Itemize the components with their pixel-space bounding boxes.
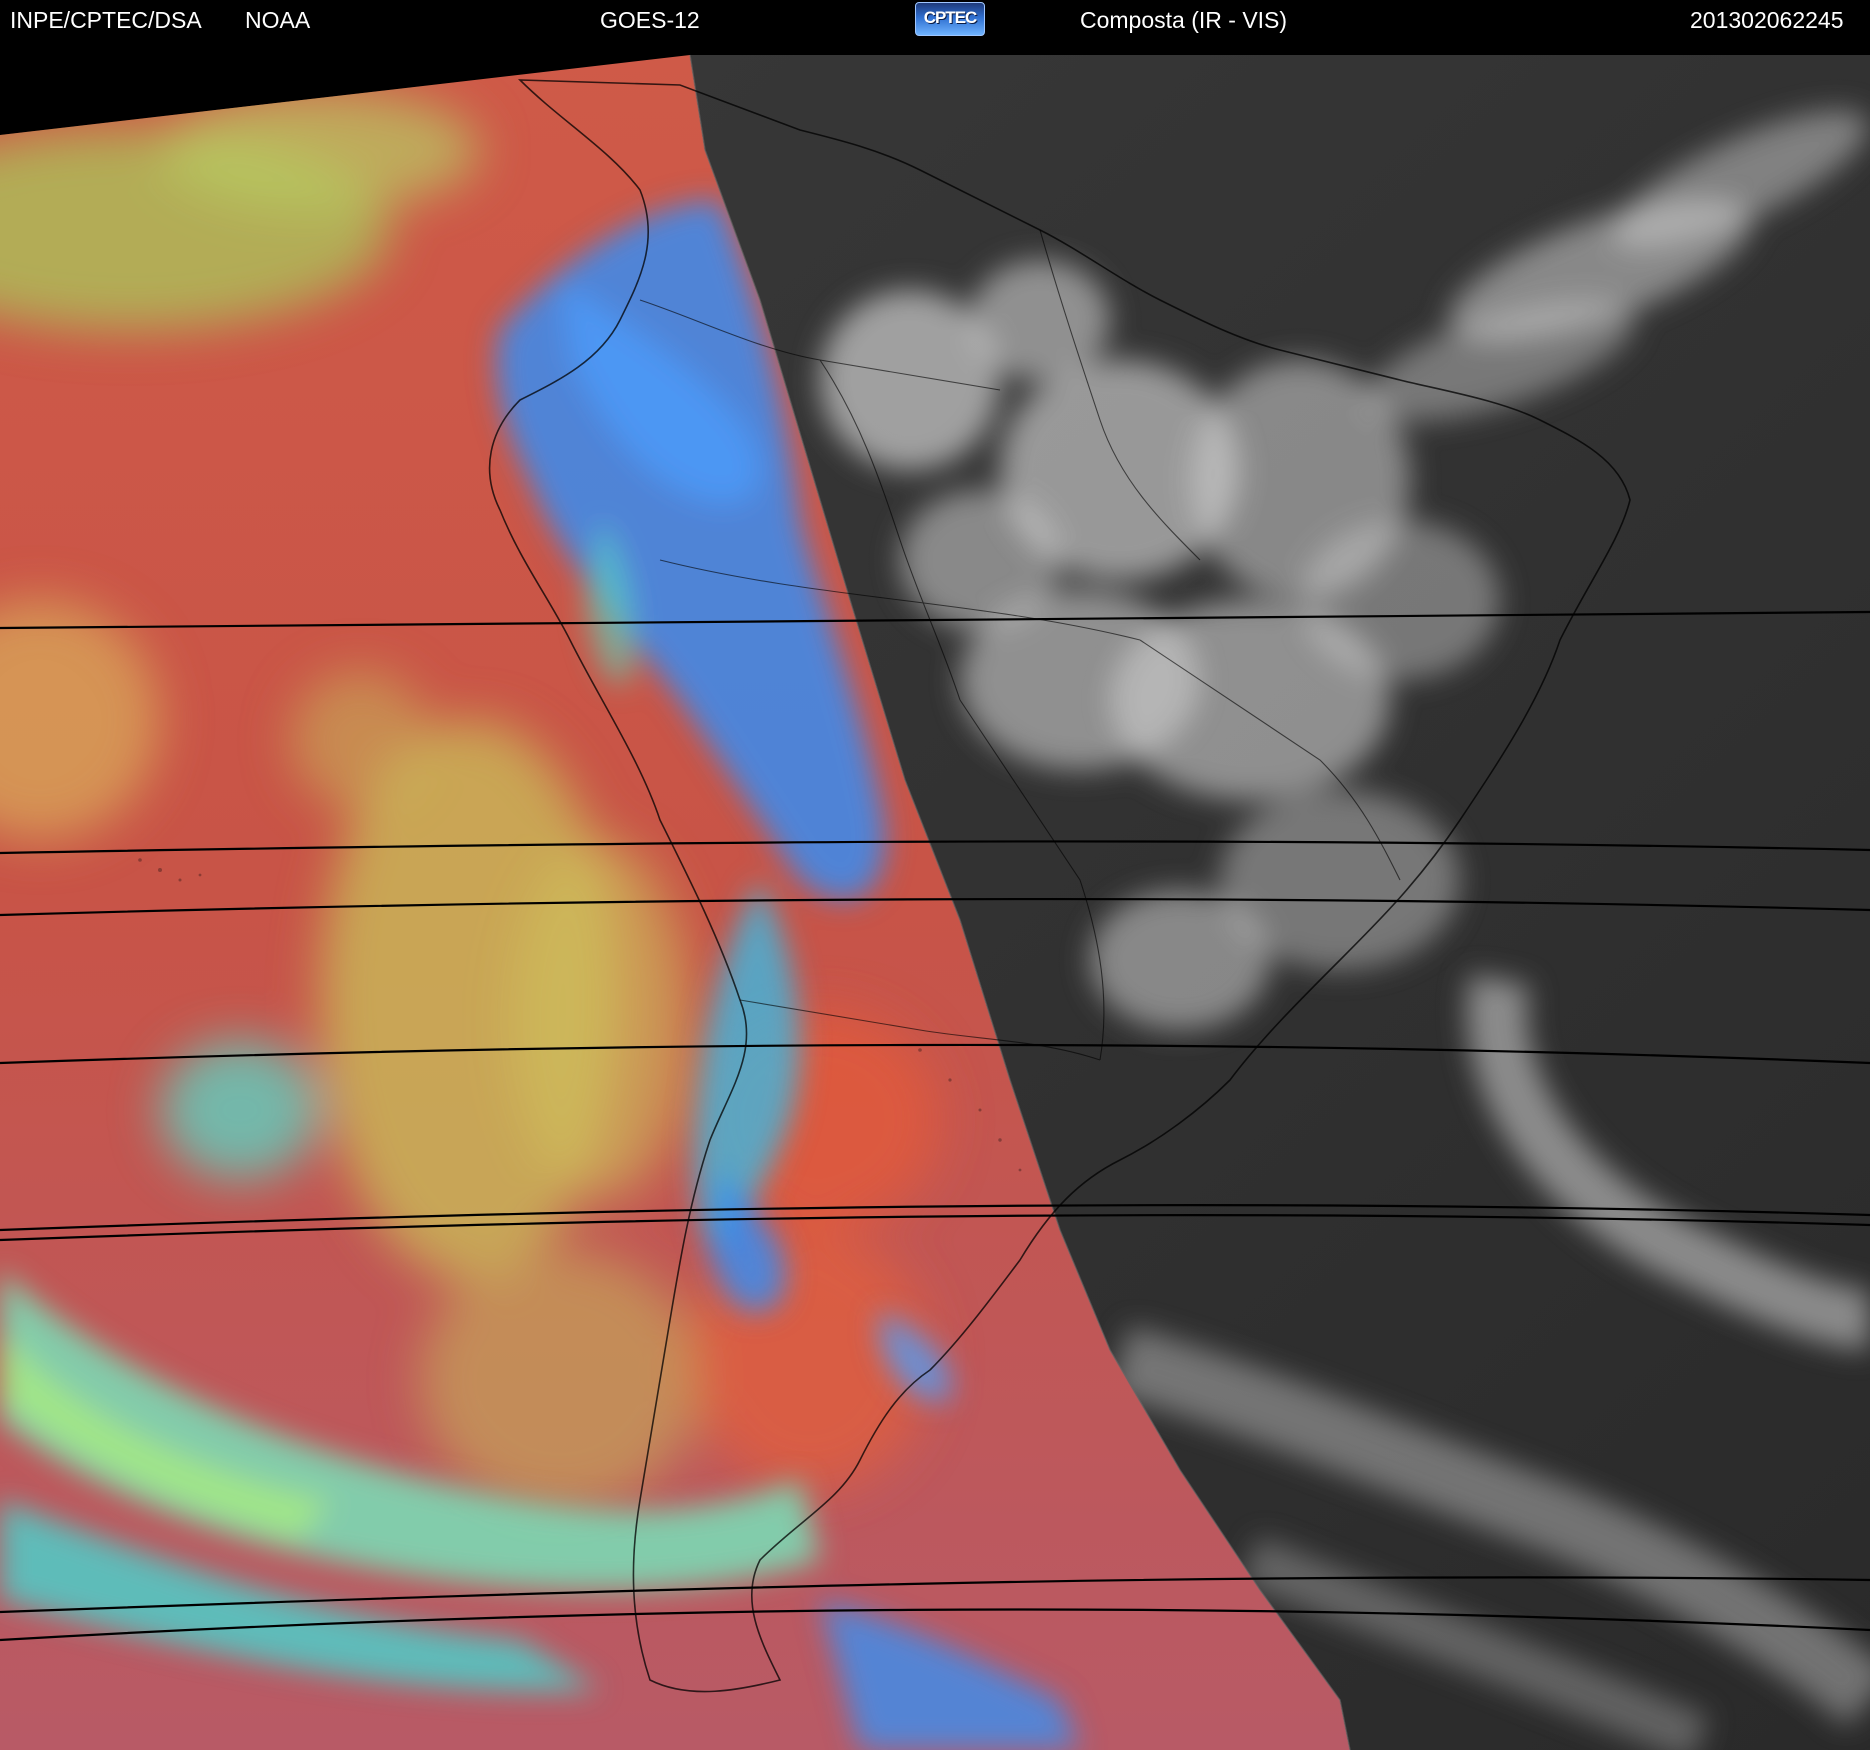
product-label: Composta (IR - VIS) [1080, 7, 1288, 33]
satellite-label: GOES-12 [600, 7, 700, 33]
satellite-composite-image [0, 38, 1870, 1750]
timestamp-label: 201302062245 [1690, 7, 1844, 33]
logo-text: CPTEC [923, 8, 978, 27]
image-header: INPE/CPTEC/DSA NOAA GOES-12 CPTEC Compos… [0, 0, 1870, 38]
institution-label: INPE/CPTEC/DSA [10, 7, 202, 33]
agency-label: NOAA [245, 7, 311, 33]
cptec-logo-icon: CPTEC [915, 2, 985, 36]
